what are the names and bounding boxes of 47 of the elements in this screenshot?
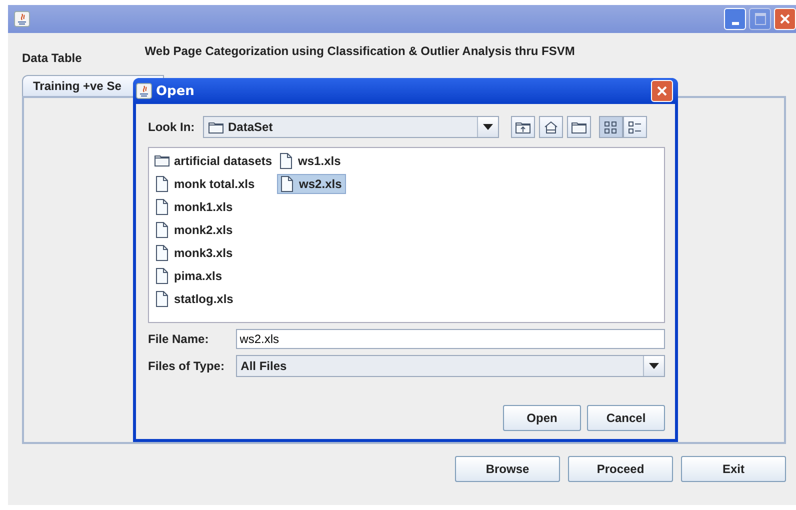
- list-view-icon: [603, 119, 619, 135]
- file-icon: [154, 244, 170, 262]
- file-type-dropdown[interactable]: All Files: [236, 355, 665, 377]
- minimize-button[interactable]: [724, 8, 746, 30]
- home-icon: [543, 119, 559, 135]
- close-icon: [657, 86, 667, 96]
- file-item[interactable]: ws1.xls: [277, 151, 346, 171]
- close-button[interactable]: [774, 8, 796, 30]
- action-button[interactable]: Proceed: [568, 456, 673, 482]
- file-name-field[interactable]: ws2.xls: [236, 329, 665, 349]
- app-icon: [136, 83, 152, 99]
- up-folder-button[interactable]: [511, 116, 535, 138]
- folder-button[interactable]: [567, 116, 591, 138]
- file-item[interactable]: monk total.xls: [153, 174, 276, 194]
- field-label: Look In:: [148, 120, 196, 134]
- file-icon: [154, 221, 170, 239]
- file-icon: [154, 175, 170, 193]
- file-icon: [278, 152, 294, 170]
- file-item[interactable]: monk2.xls: [153, 220, 276, 240]
- dropdown-arrow-icon: [649, 363, 659, 369]
- file-icon: [154, 290, 170, 308]
- file-item[interactable]: monk3.xls: [153, 243, 276, 263]
- file-item[interactable]: statlog.xls: [153, 289, 276, 309]
- close-icon: [780, 14, 790, 24]
- look-in-dropdown[interactable]: DataSet: [203, 116, 499, 138]
- dropdown-arrow-icon: [483, 124, 493, 130]
- file-icon: [154, 198, 170, 216]
- file-icon: [154, 267, 170, 285]
- action-button[interactable]: Browse: [455, 456, 560, 482]
- dialog-button[interactable]: Open: [503, 405, 581, 431]
- file-item[interactable]: artificial datasets: [153, 151, 276, 171]
- home-button[interactable]: [539, 116, 563, 138]
- close-button[interactable]: [651, 80, 673, 102]
- dialog-button[interactable]: Cancel: [587, 405, 665, 431]
- field-label: File Name:: [148, 332, 210, 346]
- file-item[interactable]: pima.xls: [153, 266, 276, 286]
- file-icon: [279, 175, 296, 193]
- action-button[interactable]: Exit: [681, 456, 786, 482]
- details-view-button[interactable]: [623, 116, 647, 138]
- app-heading: Web Page Categorization using Classification & Outlier Analysis thru FSVM: [144, 44, 575, 58]
- field-label: Files of Type:: [148, 359, 226, 373]
- file-item[interactable]: monk1.xls: [153, 197, 276, 217]
- app-icon: [14, 11, 30, 27]
- list-view-button[interactable]: [599, 116, 623, 138]
- details-view-icon: [627, 119, 643, 135]
- file-item[interactable]: ws2.xls: [277, 174, 346, 194]
- section-label: Data Table: [22, 51, 82, 65]
